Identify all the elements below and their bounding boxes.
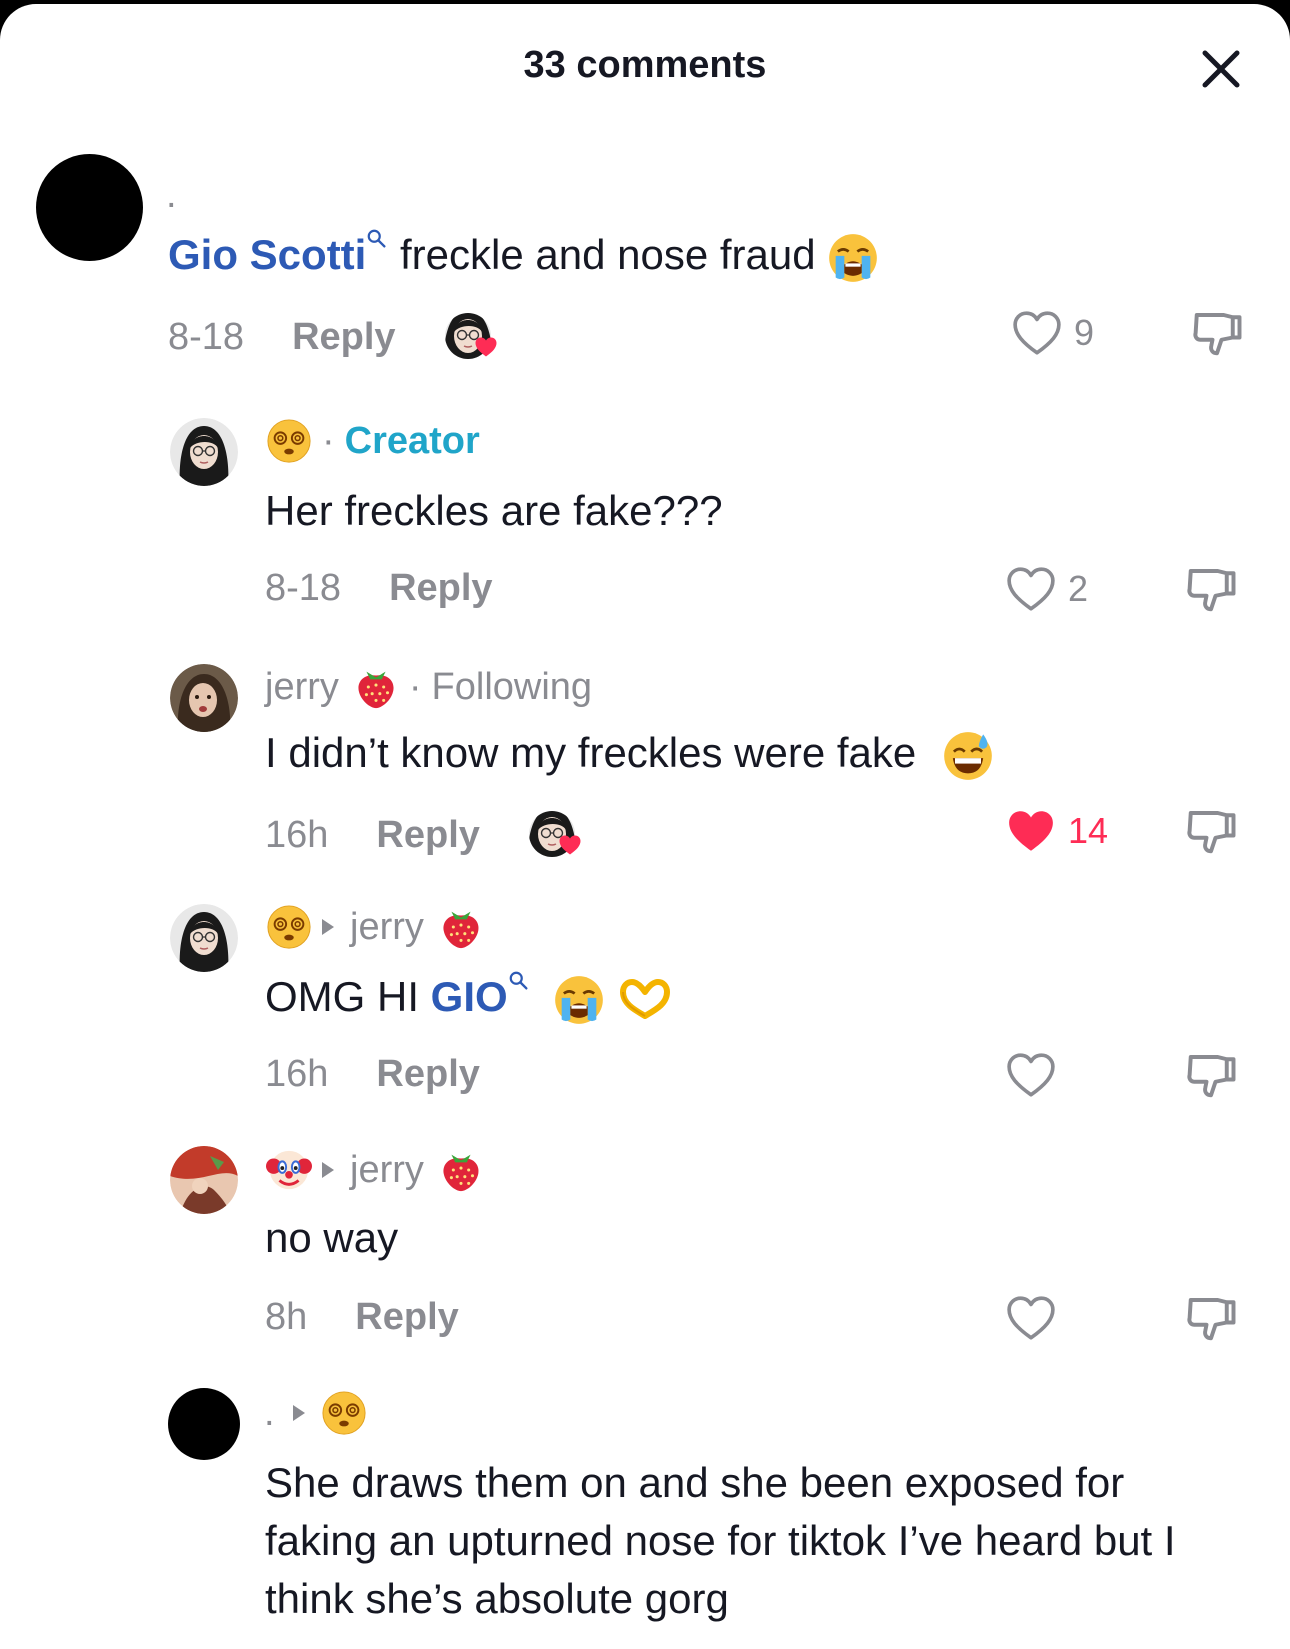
comment-header: jerry · Following xyxy=(265,664,592,710)
heart-outline-icon xyxy=(1006,1295,1056,1341)
comment-text: Gio Scotti freckle and nose fraud xyxy=(168,226,879,284)
comment-date: 8h xyxy=(265,1296,308,1338)
reply-button[interactable]: Reply xyxy=(292,316,395,359)
reply-button[interactable]: Reply xyxy=(389,567,492,610)
following-status: Following xyxy=(431,665,593,708)
comments-title: 33 comments xyxy=(523,44,767,86)
reply-to-username[interactable]: jerry xyxy=(350,1149,424,1192)
search-icon xyxy=(366,228,388,250)
avatar[interactable] xyxy=(36,154,143,261)
comment-date: 16h xyxy=(265,813,329,856)
comment-username[interactable]: . xyxy=(264,1392,275,1435)
search-icon xyxy=(508,970,530,992)
like-button[interactable]: 9 xyxy=(1012,310,1094,356)
reply-button[interactable]: Reply xyxy=(355,1296,458,1339)
like-button[interactable]: 2 xyxy=(1006,566,1088,612)
creator-liked-icon xyxy=(444,312,500,362)
dizzy-face-emoji xyxy=(321,1390,367,1436)
crying-face-emoji xyxy=(827,232,879,284)
comment-text: OMG HI GIO xyxy=(265,968,673,1026)
comment-text: I didn’t know my freckles were fake xyxy=(265,724,994,782)
heart-hands-emoji xyxy=(617,976,673,1024)
comment-username[interactable]: . xyxy=(166,174,177,217)
comment-text: She draws them on and she been exposed f… xyxy=(265,1459,1176,1622)
reply-button[interactable]: Reply xyxy=(376,814,479,857)
comment-meta: 8-18 Reply xyxy=(265,567,493,610)
heart-outline-icon xyxy=(1006,566,1056,612)
comment-meta: 8h Reply xyxy=(265,1296,459,1339)
comment-text: no way xyxy=(265,1214,399,1261)
comment-date: 8-18 xyxy=(265,567,342,609)
comment-header: jerry xyxy=(266,904,484,950)
dizzy-face-emoji xyxy=(266,904,312,950)
comment-date: 8-18 xyxy=(168,315,245,358)
comment-date: 16h xyxy=(265,1053,329,1095)
comment-header: . xyxy=(264,1390,367,1436)
comment-text: Her freckles are fake??? xyxy=(265,487,723,534)
reply-arrow-icon xyxy=(320,917,336,937)
avatar[interactable] xyxy=(168,1388,240,1460)
strawberry-emoji xyxy=(438,1147,484,1193)
mention-link[interactable]: Gio Scotti xyxy=(168,231,388,278)
sweat-smile-emoji xyxy=(942,730,994,782)
comment-meta: 8-18 Reply xyxy=(168,312,500,362)
comment-header: jerry xyxy=(266,1147,484,1193)
avatar[interactable] xyxy=(170,418,238,486)
reply-to-username[interactable]: jerry xyxy=(350,906,424,949)
avatar[interactable] xyxy=(170,904,238,972)
dislike-icon[interactable] xyxy=(1184,804,1238,858)
clown-face-emoji xyxy=(266,1147,312,1193)
mention-link[interactable]: GIO xyxy=(431,973,530,1020)
strawberry-emoji xyxy=(353,664,399,710)
dislike-icon[interactable] xyxy=(1184,1291,1238,1345)
heart-outline-icon xyxy=(1006,1052,1056,1098)
comment-meta: 16h Reply xyxy=(265,810,584,860)
reply-arrow-icon xyxy=(291,1403,307,1423)
reply-button[interactable]: Reply xyxy=(376,1053,479,1096)
comment-meta: 16h Reply xyxy=(265,1053,480,1096)
reply-arrow-icon xyxy=(320,1160,336,1180)
creator-liked-icon xyxy=(528,810,584,860)
avatar[interactable] xyxy=(170,1146,238,1214)
heart-filled-icon xyxy=(1006,808,1056,854)
close-icon xyxy=(1202,50,1240,88)
like-count: 2 xyxy=(1068,568,1089,609)
like-button[interactable] xyxy=(1006,1295,1056,1341)
like-count: 14 xyxy=(1068,810,1109,851)
like-button[interactable] xyxy=(1006,1052,1056,1098)
comment-username[interactable]: jerry xyxy=(265,666,339,709)
avatar[interactable] xyxy=(170,664,238,732)
like-button[interactable]: 14 xyxy=(1006,808,1108,854)
dislike-icon[interactable] xyxy=(1184,1048,1238,1102)
comments-sheet: 33 comments . Gio Scotti freckle and nos… xyxy=(0,4,1290,1649)
dizzy-face-emoji xyxy=(266,418,312,464)
comment-header: · Creator xyxy=(266,418,480,464)
strawberry-emoji xyxy=(438,904,484,950)
creator-badge: Creator xyxy=(344,419,480,462)
dislike-icon[interactable] xyxy=(1190,306,1244,360)
like-count: 9 xyxy=(1074,312,1095,353)
crying-face-emoji xyxy=(553,974,605,1026)
close-button[interactable] xyxy=(1196,44,1246,94)
heart-outline-icon xyxy=(1012,310,1062,356)
dislike-icon[interactable] xyxy=(1184,562,1238,616)
